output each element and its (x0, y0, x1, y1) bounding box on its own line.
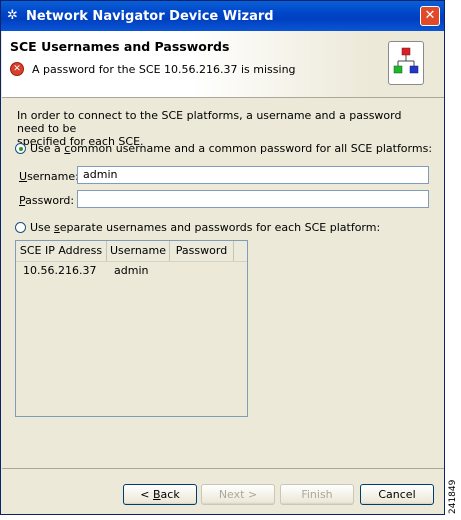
column-header-ip[interactable]: SCE IP Address (16, 241, 107, 261)
sce-credentials-table: SCE IP Address Username Password 10.56.2… (15, 240, 248, 417)
close-button[interactable]: ✕ (420, 6, 440, 26)
cancel-button[interactable]: Cancel (360, 484, 434, 505)
cell-password (170, 263, 234, 279)
column-header-password[interactable]: Password (170, 241, 234, 261)
figure-code: 241849 (448, 479, 458, 514)
finish-button[interactable]: Finish (280, 484, 354, 505)
network-diagram-icon (388, 41, 424, 85)
table-row[interactable]: 10.56.216.37 admin (16, 263, 247, 279)
common-credentials-radio[interactable]: Use a common username and a common passw… (15, 142, 432, 155)
password-label: Password: (19, 194, 75, 207)
radio-button-checked[interactable] (15, 143, 26, 154)
wizard-window: ✲ Network Navigator Device Wizard ✕ SCE … (0, 0, 445, 515)
error-message-row: ✕ A password for the SCE 10.56.216.37 is… (10, 62, 296, 76)
username-field[interactable]: admin (77, 166, 429, 184)
intro-line-1: In order to connect to the SCE platforms… (17, 109, 402, 135)
common-credentials-label: Use a common username and a common passw… (30, 142, 433, 155)
close-icon: ✕ (424, 8, 436, 23)
wizard-header: SCE Usernames and Passwords ✕ A password… (2, 31, 444, 98)
password-field[interactable] (77, 190, 429, 208)
radio-button-unchecked[interactable] (15, 222, 26, 233)
title-bar[interactable]: ✲ Network Navigator Device Wizard ✕ (1, 1, 444, 31)
cell-username: admin (114, 264, 149, 277)
separate-credentials-radio[interactable]: Use separate usernames and passwords for… (15, 221, 380, 234)
column-header-username[interactable]: Username (107, 241, 170, 261)
separate-credentials-label: Use separate usernames and passwords for… (30, 221, 381, 234)
footer-separator (2, 468, 444, 469)
page-title: SCE Usernames and Passwords (10, 39, 230, 54)
back-button[interactable]: < Back (123, 484, 197, 505)
cell-ip: 10.56.216.37 (23, 264, 97, 277)
error-message: A password for the SCE 10.56.216.37 is m… (32, 62, 296, 76)
window-title: Network Navigator Device Wizard (26, 8, 274, 24)
table-header: SCE IP Address Username Password (16, 241, 247, 262)
username-label: Username: (19, 170, 79, 183)
next-button[interactable]: Next > (201, 484, 275, 505)
network-icon: ✲ (7, 8, 18, 23)
error-icon: ✕ (10, 62, 24, 76)
